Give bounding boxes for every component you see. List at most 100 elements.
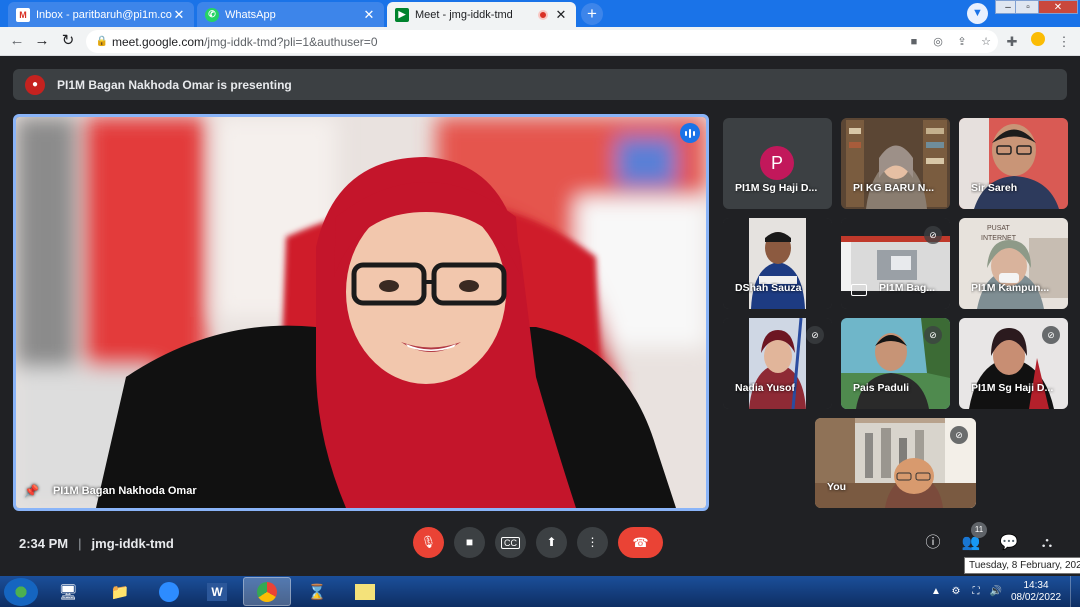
notifications-off-icon[interactable]: ◎ xyxy=(926,35,950,48)
participant-name: PI1M Kampun... xyxy=(971,282,1050,294)
close-window-button[interactable]: ✕ xyxy=(1038,0,1078,14)
participant-video xyxy=(723,218,832,309)
leave-call-button[interactable]: ☎ xyxy=(618,527,663,558)
mic-off-icon: ⊘ xyxy=(924,326,942,344)
address-bar[interactable]: 🔒 meet.google.com/jmg-iddk-tmd?pli=1&aut… xyxy=(86,30,998,53)
arrow-left-icon: ← xyxy=(9,32,25,49)
show-desktop-button[interactable] xyxy=(1070,576,1080,607)
taskbar-app-explorer-icon[interactable]: 🖥 xyxy=(44,577,92,606)
tab-title: WhatsApp xyxy=(225,8,276,21)
tab-meet[interactable]: ▶ Meet - jmg-iddk-tmd ✕ xyxy=(387,2,576,27)
close-icon[interactable]: ✕ xyxy=(362,7,376,23)
self-name: You xyxy=(827,481,847,493)
participant-tile[interactable]: ⊘ PI1M Bag... xyxy=(841,218,950,309)
meeting-info-button[interactable]: ⓘ xyxy=(922,532,944,554)
taskbar-app-hourglass-icon[interactable]: ⌛ xyxy=(293,577,341,606)
recording-icon xyxy=(538,9,548,20)
phone-hangup-icon: ☎ xyxy=(632,535,649,550)
taskbar-app-word-icon[interactable]: W xyxy=(193,577,241,606)
taskbar-app-zoom-icon[interactable] xyxy=(145,577,193,606)
participant-name: Pais Paduli xyxy=(853,382,910,394)
taskbar-app-folder-icon[interactable]: 📁 xyxy=(96,577,144,606)
url-host: meet.google.com xyxy=(112,34,205,49)
taskbar-app-notes-icon[interactable] xyxy=(341,577,389,606)
participant-tile[interactable]: PUSAT INTERNET PI1M Kampun... xyxy=(959,218,1068,309)
camera-toggle-button[interactable]: ■ xyxy=(454,527,485,558)
participant-tile[interactable]: ⊘ Nadia Yusof xyxy=(723,318,832,409)
participant-video: PUSAT INTERNET xyxy=(959,218,1068,309)
volume-icon[interactable]: 🔊 xyxy=(988,586,1004,597)
more-vert-icon: ⋮ xyxy=(586,535,599,549)
activities-button[interactable]: ⛬ xyxy=(1036,532,1058,554)
main-video-feed xyxy=(16,117,706,508)
tab-inbox[interactable]: M Inbox - paritbaruh@pi1m.com.m ✕ xyxy=(8,2,194,27)
mic-off-icon: ⊘ xyxy=(924,226,942,244)
gmail-icon: M xyxy=(16,7,30,22)
meeting-controls-bar: 2:34 PM | jmg-iddk-tmd 🎙 ■ CC ⬆ ⋮ ☎ ⓘ 👥 … xyxy=(0,518,1080,576)
reload-button[interactable]: ↻ xyxy=(59,32,77,50)
tab-whatsapp[interactable]: ✆ WhatsApp ✕ xyxy=(197,2,384,27)
start-button[interactable] xyxy=(4,578,38,606)
share-icon[interactable]: ⇪ xyxy=(950,35,974,48)
mic-off-icon: ⊘ xyxy=(950,426,968,444)
meeting-time: 2:34 PM xyxy=(19,536,69,551)
menu-dots-icon[interactable]: ⋮ xyxy=(1054,32,1074,52)
captions-icon: CC xyxy=(501,537,520,549)
main-participant-name: PI1M Bagan Nakhoda Omar xyxy=(52,485,197,497)
extensions-icon[interactable]: ✚ xyxy=(1002,32,1022,52)
forward-button[interactable]: → xyxy=(33,32,51,50)
pin-icon[interactable]: 📌 xyxy=(24,484,39,498)
whatsapp-icon: ✆ xyxy=(205,7,219,22)
svg-text:PUSAT: PUSAT xyxy=(987,225,1011,232)
back-button[interactable]: ← xyxy=(8,32,26,50)
participant-name: PI KG BARU N... xyxy=(853,182,935,194)
tray-time: 14:34 xyxy=(1023,579,1049,591)
avatar: P xyxy=(760,146,794,180)
tab-title: Inbox - paritbaruh@pi1m.com.m xyxy=(36,8,172,21)
new-tab-button[interactable]: + xyxy=(581,3,603,25)
more-options-button[interactable]: ⋮ xyxy=(577,527,608,558)
captions-button[interactable]: CC xyxy=(495,527,526,558)
tray-app-icon[interactable]: ⚙ xyxy=(948,586,964,597)
taskbar-app-chrome-icon[interactable] xyxy=(243,577,291,606)
presenting-banner: ● PI1M Bagan Nakhoda Omar is presenting xyxy=(13,69,1067,100)
people-count-badge: 11 xyxy=(971,522,987,538)
browser-toolbar: ← → ↻ 🔒 meet.google.com/jmg-iddk-tmd?pli… xyxy=(0,27,1080,56)
network-icon[interactable]: ⛶ xyxy=(968,586,984,597)
lock-icon: 🔒 xyxy=(95,36,109,47)
participant-tile[interactable]: Sir Sareh xyxy=(959,118,1068,209)
tray-clock[interactable]: 14:34 08/02/2022 xyxy=(1006,580,1066,604)
url-text: meet.google.com/jmg-iddk-tmd?pli=1&authu… xyxy=(112,35,902,49)
mic-off-icon: ⊘ xyxy=(806,326,824,344)
tray-expand-icon[interactable]: ▲ xyxy=(928,586,944,597)
self-view-tile[interactable]: ⊘ You xyxy=(815,418,976,508)
close-icon[interactable]: ✕ xyxy=(554,7,568,23)
mic-off-icon: 🎙 xyxy=(420,535,437,549)
main-video-tile[interactable]: 📌 PI1M Bagan Nakhoda Omar xyxy=(13,114,709,511)
browser-tab-strip: M Inbox - paritbaruh@pi1m.com.m ✕ ✆ What… xyxy=(0,0,1080,27)
present-button[interactable]: ⬆ xyxy=(536,527,567,558)
star-icon[interactable]: ☆ xyxy=(974,35,998,48)
system-tray: ▲ ⚙ ⛶ 🔊 14:34 08/02/2022 xyxy=(926,576,1080,607)
participant-tile[interactable]: DShah Sauza xyxy=(723,218,832,309)
close-icon[interactable]: ✕ xyxy=(172,7,186,23)
date-tooltip: Tuesday, 8 February, 2022 xyxy=(964,557,1080,574)
speaking-indicator-icon xyxy=(680,123,700,143)
participant-name: Sir Sareh xyxy=(971,182,1018,194)
camera-icon[interactable]: ■ xyxy=(902,36,926,48)
meeting-code: jmg-iddk-tmd xyxy=(91,536,174,551)
chat-icon: 💬 xyxy=(999,534,1019,551)
participant-tile[interactable]: PI KG BARU N... xyxy=(841,118,950,209)
participant-tile[interactable]: P PI1M Sg Haji D... xyxy=(723,118,832,209)
banner-text: PI1M Bagan Nakhoda Omar is presenting xyxy=(57,77,292,92)
participant-tile[interactable]: ⊘ Pais Paduli xyxy=(841,318,950,409)
mic-toggle-button[interactable]: 🎙 xyxy=(413,527,444,558)
videocam-icon: ■ xyxy=(465,535,474,549)
chevron-down-icon: ▼ xyxy=(972,7,983,19)
profile-icon[interactable] xyxy=(1028,32,1048,52)
participant-tile[interactable]: ⊘ PI1M Sg Haji D... xyxy=(959,318,1068,409)
tab-search-button[interactable]: ▼ xyxy=(967,3,988,24)
chat-button[interactable]: 💬 xyxy=(998,532,1020,554)
mic-off-icon: ⊘ xyxy=(1042,326,1060,344)
meeting-details: 2:34 PM | jmg-iddk-tmd xyxy=(19,536,174,551)
